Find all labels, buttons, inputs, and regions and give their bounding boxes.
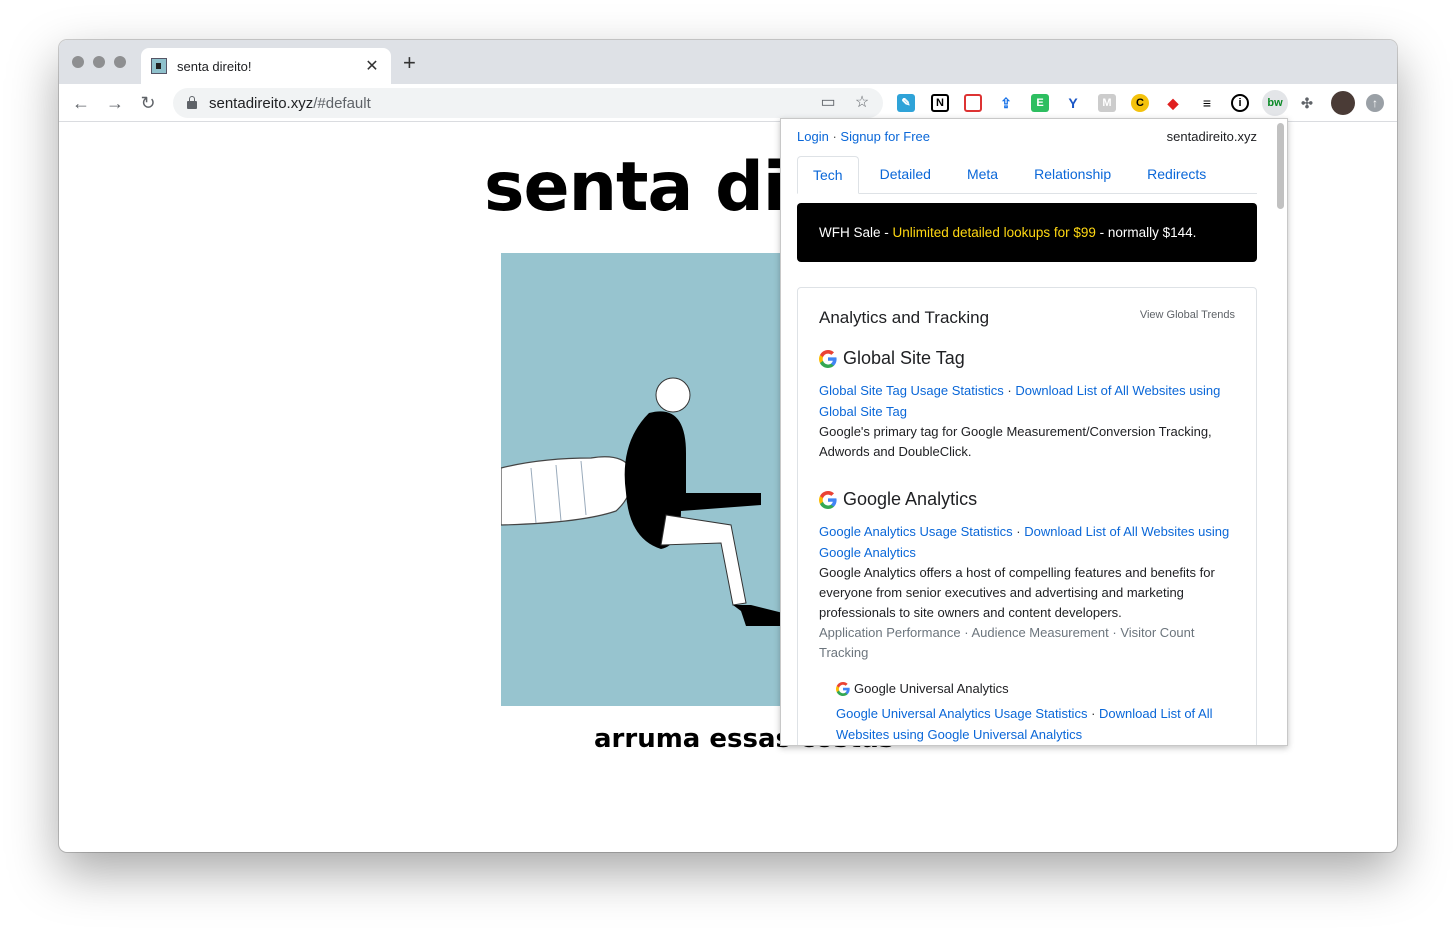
hero-illustration: [501, 253, 791, 706]
reader-icon[interactable]: ≡: [1198, 94, 1216, 112]
usage-statistics-link[interactable]: Google Analytics Usage Statistics: [819, 524, 1013, 539]
view-global-trends-link[interactable]: View Global Trends: [1140, 309, 1235, 321]
info-icon[interactable]: i: [1231, 94, 1249, 112]
sub-tech-item: Google Universal Analytics Google Univer…: [836, 681, 1236, 745]
minimize-window-button[interactable]: [93, 56, 105, 68]
profile-avatar[interactable]: [1331, 91, 1355, 115]
extension-1-icon[interactable]: ✎: [897, 94, 915, 112]
extension-8-icon[interactable]: C: [1131, 94, 1149, 112]
tab-strip: senta direito! ✕ +: [59, 40, 1397, 84]
domain-label: sentadireito.xyz: [1166, 129, 1257, 144]
browser-toolbar: ← → ↻ sentadireito.xyz/#default ▭ ☆ ✎ N …: [59, 84, 1397, 122]
notion-icon[interactable]: N: [931, 94, 949, 112]
share-icon[interactable]: ⇪: [997, 94, 1015, 112]
tab-detailed[interactable]: Detailed: [865, 156, 946, 194]
google-icon: [836, 681, 850, 696]
popup-header: Login · Signup for Free sentadireito.xyz: [797, 129, 1257, 144]
sale-banner[interactable]: WFH Sale - Unlimited detailed lookups fo…: [797, 203, 1257, 262]
extension-9-icon[interactable]: ◆: [1164, 94, 1182, 112]
bookmark-star-icon[interactable]: ☆: [851, 92, 873, 114]
evernote-icon[interactable]: E: [1031, 94, 1049, 112]
tech-description: Google's primary tag for Google Measurem…: [819, 424, 1212, 459]
tech-name: Google Universal Analytics: [836, 681, 1236, 696]
reload-icon[interactable]: ↻: [137, 92, 159, 114]
back-arrow-icon[interactable]: ←: [70, 92, 92, 114]
cast-device-icon[interactable]: ▭: [817, 92, 839, 114]
tech-item: Google Analytics Google Analytics Usage …: [819, 489, 1239, 663]
new-tab-button[interactable]: +: [403, 52, 416, 74]
url-text: sentadireito.xyz/#default: [209, 94, 371, 112]
tab-redirects[interactable]: Redirects: [1132, 156, 1221, 194]
zoom-window-button[interactable]: [114, 56, 126, 68]
extensions-puzzle-icon[interactable]: ✣: [1298, 94, 1316, 112]
section-title: Analytics and Tracking: [819, 308, 990, 327]
address-bar[interactable]: sentadireito.xyz/#default ▭ ☆: [173, 88, 883, 118]
site-favicon-icon: [151, 58, 167, 74]
tech-name: Google Analytics: [819, 489, 1239, 510]
tab-title: senta direito!: [177, 58, 252, 74]
tab-relationship[interactable]: Relationship: [1019, 156, 1126, 194]
tech-name: Global Site Tag: [819, 348, 1239, 369]
tech-item: Global Site Tag Global Site Tag Usage St…: [819, 348, 1239, 462]
sale-highlight[interactable]: Unlimited detailed lookups for $99: [893, 225, 1096, 240]
login-link[interactable]: Login: [797, 129, 829, 144]
extension-3-icon[interactable]: [964, 94, 982, 112]
browser-tab[interactable]: senta direito! ✕: [141, 48, 391, 84]
builtwith-popup: Login · Signup for Free sentadireito.xyz…: [780, 118, 1288, 746]
separator: ·: [832, 129, 837, 144]
tech-description: Google Analytics offers a host of compel…: [819, 565, 1215, 620]
tab-tech[interactable]: Tech: [797, 156, 859, 194]
usage-statistics-link[interactable]: Google Universal Analytics Usage Statist…: [836, 706, 1087, 721]
tab-meta[interactable]: Meta: [952, 156, 1013, 194]
lock-icon: [187, 96, 197, 109]
close-tab-icon[interactable]: ✕: [363, 56, 381, 76]
builtwith-icon[interactable]: bw: [1262, 90, 1288, 116]
close-window-button[interactable]: [72, 56, 84, 68]
tech-categories: Application Performance · Audience Measu…: [819, 625, 1195, 660]
usage-statistics-link[interactable]: Global Site Tag Usage Statistics: [819, 383, 1004, 398]
google-icon: [819, 349, 837, 368]
extension-6-icon[interactable]: Y: [1064, 94, 1082, 112]
page-title: senta di: [484, 148, 786, 227]
google-icon: [819, 490, 837, 509]
analytics-card: Analytics and Tracking View Global Trend…: [797, 287, 1257, 745]
forward-arrow-icon[interactable]: →: [104, 92, 126, 114]
signup-link[interactable]: Signup for Free: [840, 129, 930, 144]
update-icon[interactable]: ↑: [1366, 94, 1384, 112]
popup-scrollbar[interactable]: [1277, 123, 1284, 209]
popup-tabs: Tech Detailed Meta Relationship Redirect…: [797, 156, 1257, 194]
extension-7-icon[interactable]: M: [1098, 94, 1116, 112]
browser-window: senta direito! ✕ + ← → ↻ sentadireito.xy…: [59, 40, 1397, 852]
